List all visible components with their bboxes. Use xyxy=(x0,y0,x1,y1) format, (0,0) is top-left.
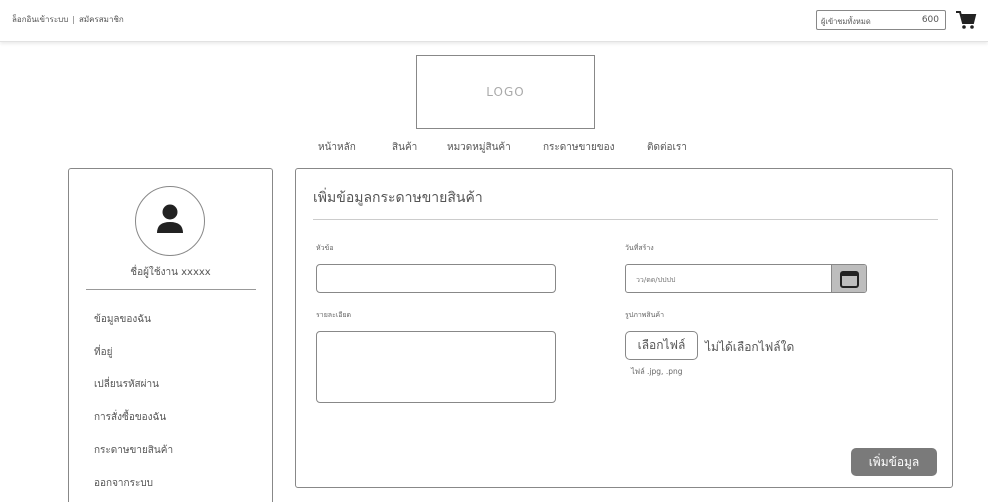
avatar xyxy=(135,186,205,256)
logo: LOGO xyxy=(416,55,595,129)
nav-sales-board[interactable]: กระดาษขายของ xyxy=(543,140,615,155)
sidebar-item-change-password[interactable]: เปลี่ยนรหัสผ่าน xyxy=(94,377,159,392)
detail-label: รายละเอียด xyxy=(316,311,352,319)
sidebar-item-my-orders[interactable]: การสั่งซื้อของฉัน xyxy=(94,410,166,425)
detail-textarea[interactable] xyxy=(316,331,556,403)
calendar-button[interactable] xyxy=(831,265,866,292)
sidebar-item-address[interactable]: ที่อยู่ xyxy=(94,345,112,360)
sidebar-item-my-info[interactable]: ข้อมูลของฉัน xyxy=(94,312,151,327)
title-divider xyxy=(313,219,938,220)
username: ชื่อผู้ใช้งาน xxxxx xyxy=(130,267,211,278)
page-title: เพิ่มข้อมูลกระดาษขายสินค้า xyxy=(313,190,483,206)
nav-categories[interactable]: หมวดหมู่สินค้า xyxy=(447,140,511,155)
user-icon xyxy=(157,204,183,233)
file-hint: ไฟล์ .jpg, .png xyxy=(631,367,683,376)
auth-separator: | xyxy=(72,15,75,24)
date-input[interactable]: วว/ดด/ปปปป xyxy=(625,264,867,293)
sidebar-divider xyxy=(86,289,256,290)
choose-file-button[interactable]: เลือกไฟล์ xyxy=(625,331,698,360)
topic-label: หัวข้อ xyxy=(316,244,334,252)
image-label: รูปภาพสินค้า xyxy=(625,311,665,319)
nav-contact[interactable]: ติดต่อเรา xyxy=(647,140,687,155)
nav-products[interactable]: สินค้า xyxy=(392,140,417,155)
submit-button[interactable]: เพิ่มข้อมูล xyxy=(851,448,937,476)
sidebar-item-sales-board[interactable]: กระดาษขายสินค้า xyxy=(94,443,173,458)
no-file-status: ไม่ได้เลือกไฟล์ใด xyxy=(705,340,795,354)
date-label: วันที่สร้าง xyxy=(625,244,654,252)
auth-links: ล็อกอินเข้าระบบ | สมัครสมาชิก xyxy=(12,13,124,26)
shopping-cart-icon[interactable] xyxy=(954,8,978,32)
login-link[interactable]: ล็อกอินเข้าระบบ xyxy=(12,15,68,24)
visitor-counter: ผู้เข้าชมทั้งหมด 600 xyxy=(816,10,946,30)
form-panel xyxy=(295,168,953,488)
register-link[interactable]: สมัครสมาชิก xyxy=(79,15,124,24)
nav-home[interactable]: หน้าหลัก xyxy=(318,140,356,155)
visitor-count: 600 xyxy=(921,15,939,25)
topic-input[interactable] xyxy=(316,264,556,293)
calendar-icon xyxy=(840,271,859,288)
visitor-label: ผู้เข้าชมทั้งหมด xyxy=(821,17,871,26)
sidebar-item-logout[interactable]: ออกจากระบบ xyxy=(94,476,153,491)
date-placeholder: วว/ดด/ปปปป xyxy=(636,276,676,284)
